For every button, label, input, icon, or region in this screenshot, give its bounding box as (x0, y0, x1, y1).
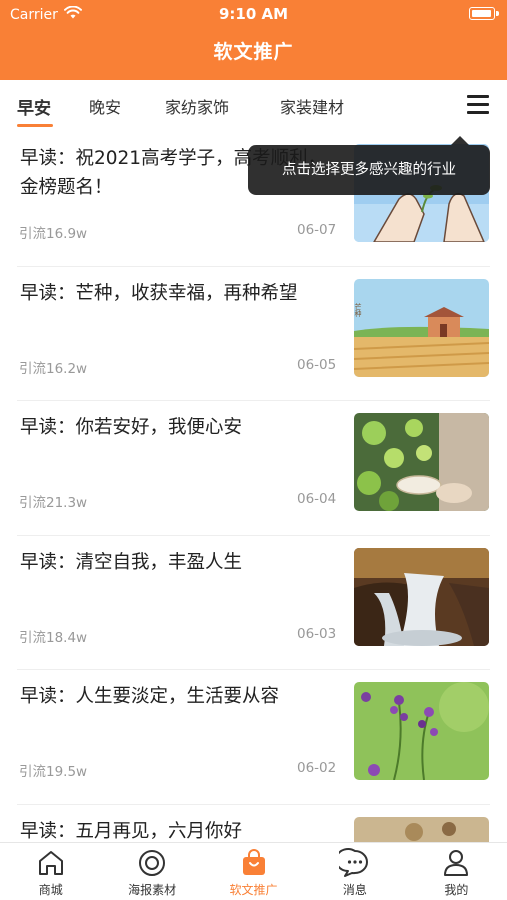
article-date: 06-07 (297, 222, 337, 238)
battery-tip (496, 11, 499, 16)
tabbar-item-messages[interactable]: 消息 (304, 843, 405, 900)
shopping-bag-icon (242, 849, 265, 875)
home-icon (38, 851, 63, 875)
tabbar-label: 软文推广 (229, 883, 278, 897)
article-views: 引流18.4w (19, 629, 88, 646)
article-views: 引流16.9w (19, 226, 88, 242)
article-title: 早读：人生要淡定，生活要从容 (20, 686, 280, 707)
chat-bubble-icon (338, 848, 368, 877)
page-title: 软文推广 (213, 41, 294, 63)
list-item[interactable]: 早读：清空自我，丰盈人生 引流18.4w 06-03 (17, 536, 490, 670)
list-item[interactable]: 早读：芒种，收获幸福，再种希望 引流16.2w 06-05 芒种 (17, 267, 490, 401)
tabbar-label: 我的 (444, 883, 469, 897)
user-icon (444, 850, 469, 876)
article-title: 早读：五月再见，六月你好 (20, 820, 243, 842)
article-thumbnail (354, 816, 489, 842)
article-date: 06-05 (297, 356, 337, 373)
article-thumbnail (354, 682, 489, 780)
category-tabs: 早安 晚安 家纺家饰 家装建材 (0, 80, 507, 132)
tooltip-text: 点击选择更多感兴趣的行业 (282, 162, 456, 178)
article-thumbnail (354, 547, 489, 646)
article-title: 早读：芒种，收获幸福，再种希望 (20, 282, 298, 304)
thumb-caption: 芒种 (354, 302, 362, 318)
battery-icon (469, 7, 495, 20)
status-bar: Carrier 9:10 AM (0, 0, 507, 28)
tabbar-label: 消息 (342, 883, 367, 897)
article-thumbnail (354, 413, 489, 511)
article-date: 06-04 (297, 491, 337, 507)
article-list: 早读：祝2021高考学子，高考顺利，金榜题名！ 引流16.9w 06-07 早读… (0, 132, 507, 842)
article-views: 引流21.3w (19, 495, 88, 511)
tabbar-item-posters[interactable]: 海报素材 (101, 843, 202, 900)
active-tab-indicator (17, 124, 53, 127)
tabbar-label: 商城 (38, 883, 63, 897)
app-header: Carrier 9:10 AM 软文推广 (0, 0, 507, 80)
article-views: 引流19.5w (19, 764, 88, 780)
status-time: 9:10 AM (218, 5, 289, 23)
list-item[interactable]: 早读：五月再见，六月你好 (17, 805, 490, 842)
tab-morning[interactable]: 早安 (17, 94, 51, 119)
industry-tooltip: 点击选择更多感兴趣的行业 (248, 136, 490, 195)
article-title: 早读：清空自我，丰盈人生 (20, 551, 243, 573)
list-item[interactable]: 早读：人生要淡定，生活要从容 引流19.5w 06-02 (17, 670, 490, 805)
tabbar-item-profile[interactable]: 我的 (406, 843, 507, 900)
bottom-tab-bar: 商城 海报素材 软文推广 消息 我的 (0, 842, 507, 900)
tab-evening[interactable]: 晚安 (89, 94, 121, 118)
tabbar-item-soft-article[interactable]: 软文推广 (203, 843, 304, 900)
list-item[interactable]: 早读：你若安好，我便心安 引流21.3w 06-04 (17, 401, 490, 536)
tooltip-arrow (451, 136, 469, 145)
article-date: 06-02 (297, 760, 337, 776)
target-icon (139, 850, 166, 876)
article-date: 06-03 (297, 625, 337, 642)
hamburger-menu-icon[interactable] (467, 95, 489, 115)
tab-home-building-materials[interactable]: 家装建材 (280, 94, 344, 118)
tabbar-item-mall[interactable]: 商城 (0, 843, 101, 900)
article-thumbnail: 芒种 (354, 278, 489, 377)
tab-home-textiles[interactable]: 家纺家饰 (165, 94, 229, 118)
article-title: 早读：你若安好，我便心安 (20, 417, 243, 438)
article-views: 引流16.2w (19, 360, 88, 377)
tabbar-label: 海报素材 (128, 883, 177, 897)
